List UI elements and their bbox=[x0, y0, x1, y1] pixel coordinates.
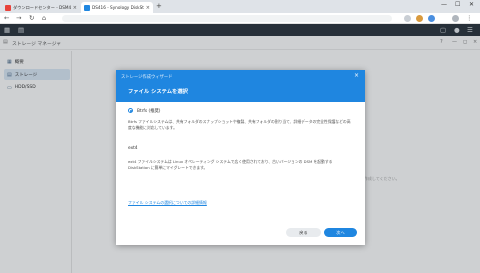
new-tab-button[interactable]: + bbox=[156, 2, 162, 10]
close-tab-icon[interactable]: × bbox=[146, 5, 150, 11]
btrfs-description: Btrfs ファイルシステムは、共有フォルダのスナップショットや複製、共有フォル… bbox=[128, 119, 351, 130]
browser-menu-icon[interactable]: ⋮ bbox=[466, 14, 473, 22]
ext4-option-label[interactable]: ext4 bbox=[128, 146, 138, 151]
wizard-title: ストレージ作成ウィザード bbox=[121, 75, 173, 80]
download-center-favicon-icon bbox=[5, 4, 11, 11]
btrfs-radio[interactable] bbox=[128, 108, 133, 113]
tab-title: ダウンロードセンター - DSM4u | Sy bbox=[13, 4, 71, 10]
close-tab-icon[interactable]: × bbox=[73, 5, 77, 11]
next-button[interactable]: 次へ bbox=[324, 228, 357, 237]
home-icon[interactable]: ⌂ bbox=[42, 14, 46, 22]
close-dialog-icon[interactable]: × bbox=[354, 72, 359, 79]
dialog-body: Btrfs (推奨) Btrfs ファイルシステムは、共有フォルダのスナップショ… bbox=[116, 102, 365, 225]
ext4-description: ext4 ファイルシステムは Linux オペレーティング システムで広く使用さ… bbox=[128, 159, 333, 170]
file-system-help-link[interactable]: ファイル システムの選択についての詳細情報 bbox=[128, 200, 207, 206]
forward-icon[interactable]: → bbox=[16, 14, 21, 22]
synology-favicon-icon bbox=[84, 4, 90, 11]
maximize-icon[interactable]: ☐ bbox=[455, 1, 460, 8]
close-window-icon[interactable]: ✕ bbox=[469, 1, 474, 8]
extension-icon[interactable] bbox=[428, 15, 435, 22]
profile-avatar-icon[interactable] bbox=[452, 15, 459, 22]
extension-icon[interactable] bbox=[416, 15, 423, 22]
dialog-footer: 戻る 次へ bbox=[116, 225, 365, 245]
tab-title: DS416 - Synology DiskStation bbox=[92, 5, 144, 10]
address-bar[interactable] bbox=[62, 15, 392, 22]
minimize-icon[interactable]: — bbox=[441, 1, 447, 8]
back-button[interactable]: 戻る bbox=[286, 228, 321, 237]
reload-icon[interactable]: ↻ bbox=[29, 14, 34, 22]
extension-icon[interactable] bbox=[404, 15, 411, 22]
storage-creation-wizard: ストレージ作成ウィザード × ファイル システムを選択 Btrfs (推奨) B… bbox=[116, 70, 365, 245]
browser-toolbar: ← → ↻ ⌂ ⋮ bbox=[0, 13, 480, 24]
dialog-header: ストレージ作成ウィザード × ファイル システムを選択 bbox=[116, 70, 365, 102]
back-icon[interactable]: ← bbox=[4, 14, 9, 22]
step-title: ファイル システムを選択 bbox=[128, 89, 188, 95]
browser-tab-diskstation[interactable]: DS416 - Synology DiskStation × bbox=[81, 2, 153, 13]
browser-tab-bar: ダウンロードセンター - DSM4u | Sy × DS416 - Synolo… bbox=[0, 0, 480, 13]
btrfs-option-label[interactable]: Btrfs (推奨) bbox=[137, 108, 160, 114]
browser-tab-download-center[interactable]: ダウンロードセンター - DSM4u | Sy × bbox=[2, 2, 80, 13]
